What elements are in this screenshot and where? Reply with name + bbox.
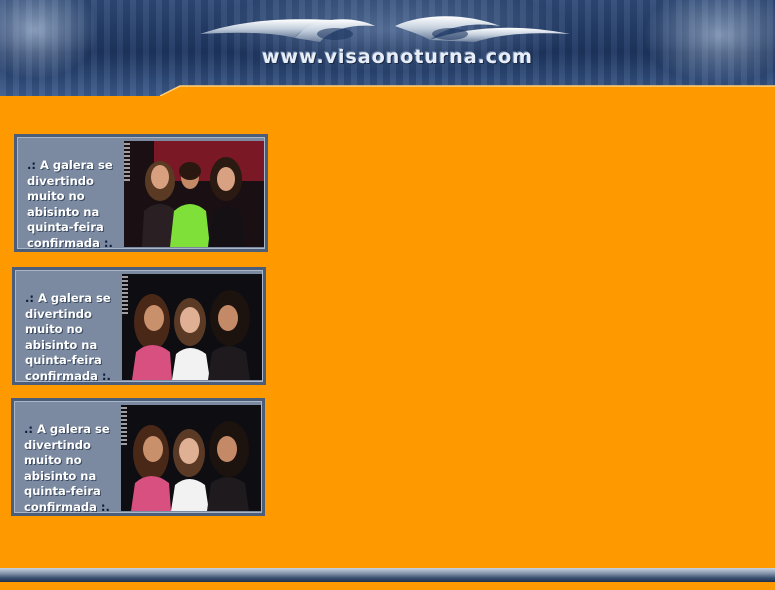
watermark — [124, 143, 130, 183]
watermark — [121, 407, 127, 447]
caption-prefix: .: — [25, 291, 34, 305]
watermark — [122, 276, 128, 316]
caption-text: A galera se divertindo muito no abisinto… — [25, 291, 111, 383]
gallery-card[interactable]: .: A galera se divertindo muito no abisi… — [12, 267, 266, 385]
party-photo[interactable] — [122, 274, 262, 380]
header-divider — [0, 85, 775, 96]
gallery-card-caption: .: A galera se divertindo muito no abisi… — [24, 422, 120, 515]
caption-prefix: .: — [27, 158, 36, 172]
caption-suffix: :. — [100, 499, 110, 514]
party-photo[interactable] — [124, 141, 264, 247]
gallery-card[interactable]: .: A galera se divertindo muito no abisi… — [14, 134, 268, 252]
caption-suffix: :. — [103, 235, 113, 250]
photo-three-women-club — [124, 141, 264, 247]
footer-bar — [0, 568, 775, 582]
gallery-card-frame: .: A galera se divertindo muito no abisi… — [15, 270, 263, 384]
photo-three-women-dark — [121, 405, 261, 511]
caption-prefix: .: — [24, 422, 33, 436]
gallery-card-frame: .: A galera se divertindo muito no abisi… — [14, 401, 262, 515]
gallery-card[interactable]: .: A galera se divertindo muito no abisi… — [11, 398, 265, 516]
gallery-card-caption: .: A galera se divertindo muito no abisi… — [27, 158, 123, 251]
site-logo-text[interactable]: www.visaonoturna.com — [262, 46, 532, 68]
photo-three-women-dark — [122, 274, 262, 380]
caption-text: A galera se divertindo muito no abisinto… — [24, 422, 110, 514]
gallery-card-caption: .: A galera se divertindo muito no abisi… — [25, 291, 121, 384]
site-header: www.visaonoturna.com — [0, 0, 775, 96]
party-photo[interactable] — [121, 405, 261, 511]
footer-strip — [0, 582, 775, 590]
gallery-card-frame: .: A galera se divertindo muito no abisi… — [17, 137, 265, 251]
caption-suffix: :. — [101, 368, 111, 383]
caption-text: A galera se divertindo muito no abisinto… — [27, 158, 113, 250]
